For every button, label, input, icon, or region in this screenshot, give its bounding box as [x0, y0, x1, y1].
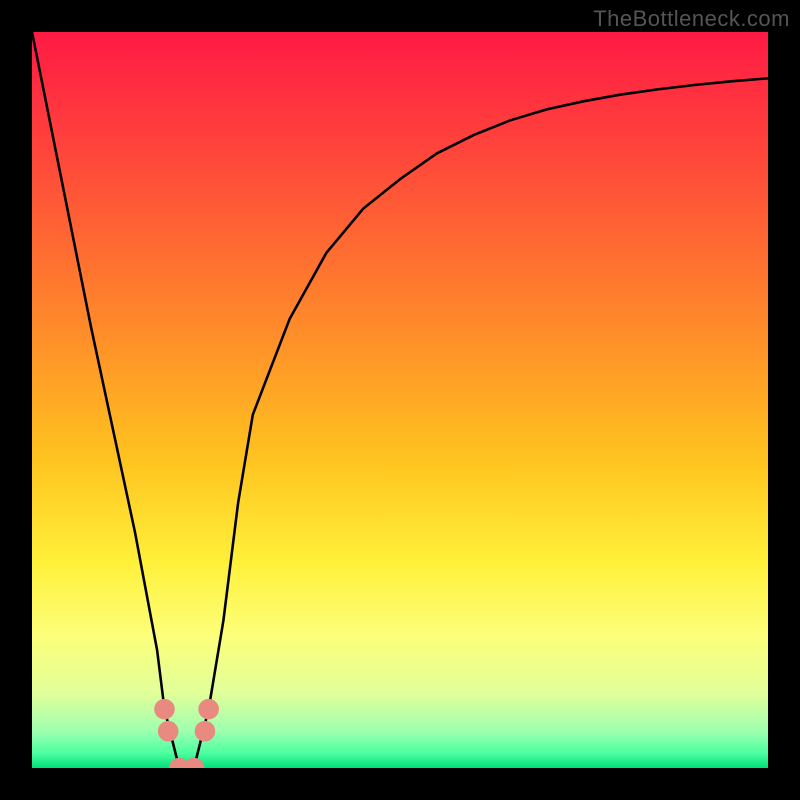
bottleneck-curve: [32, 32, 768, 768]
marker-group: [154, 699, 219, 768]
marker-dot: [158, 721, 179, 742]
watermark-label: TheBottleneck.com: [593, 6, 790, 32]
marker-dot: [184, 758, 205, 768]
marker-dot: [154, 699, 175, 720]
curve-layer: [32, 32, 768, 768]
marker-dot: [198, 699, 219, 720]
chart-frame: TheBottleneck.com: [0, 0, 800, 800]
plot-area: [32, 32, 768, 768]
marker-dot: [195, 721, 216, 742]
